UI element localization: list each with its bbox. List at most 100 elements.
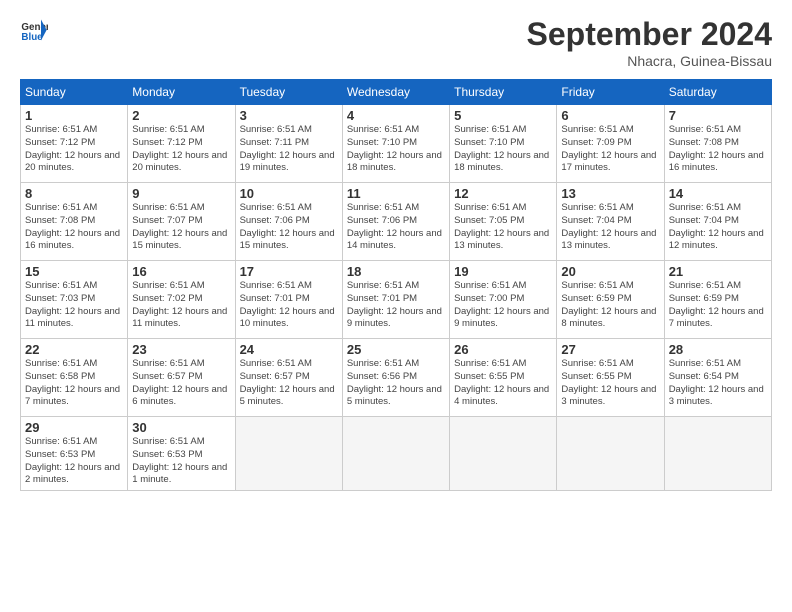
day-info: Sunrise: 6:51 AM Sunset: 6:59 PM Dayligh… [561,280,659,331]
calendar-cell [557,417,664,491]
calendar-cell: 6Sunrise: 6:51 AM Sunset: 7:09 PM Daylig… [557,105,664,183]
day-number: 11 [347,186,445,201]
weekday-header-wednesday: Wednesday [342,80,449,105]
day-info: Sunrise: 6:51 AM Sunset: 7:03 PM Dayligh… [25,280,123,331]
day-info: Sunrise: 6:51 AM Sunset: 7:00 PM Dayligh… [454,280,552,331]
day-number: 2 [132,108,230,123]
calendar-cell: 28Sunrise: 6:51 AM Sunset: 6:54 PM Dayli… [664,339,771,417]
day-number: 24 [240,342,338,357]
day-info: Sunrise: 6:51 AM Sunset: 7:10 PM Dayligh… [347,124,445,175]
calendar-cell: 19Sunrise: 6:51 AM Sunset: 7:00 PM Dayli… [450,261,557,339]
day-number: 21 [669,264,767,279]
day-number: 30 [132,420,230,435]
calendar-table: SundayMondayTuesdayWednesdayThursdayFrid… [20,79,772,491]
calendar-cell: 21Sunrise: 6:51 AM Sunset: 6:59 PM Dayli… [664,261,771,339]
day-info: Sunrise: 6:51 AM Sunset: 7:02 PM Dayligh… [132,280,230,331]
calendar-cell: 20Sunrise: 6:51 AM Sunset: 6:59 PM Dayli… [557,261,664,339]
day-number: 13 [561,186,659,201]
logo: General Blue [20,16,48,44]
day-number: 17 [240,264,338,279]
location: Nhacra, Guinea-Bissau [527,53,772,69]
calendar-cell: 3Sunrise: 6:51 AM Sunset: 7:11 PM Daylig… [235,105,342,183]
calendar-row-2: 15Sunrise: 6:51 AM Sunset: 7:03 PM Dayli… [21,261,772,339]
logo-icon: General Blue [20,16,48,44]
day-number: 10 [240,186,338,201]
calendar-cell [450,417,557,491]
calendar-cell [342,417,449,491]
day-number: 16 [132,264,230,279]
calendar-cell: 10Sunrise: 6:51 AM Sunset: 7:06 PM Dayli… [235,183,342,261]
day-number: 12 [454,186,552,201]
title-block: September 2024 Nhacra, Guinea-Bissau [527,16,772,69]
day-info: Sunrise: 6:51 AM Sunset: 7:12 PM Dayligh… [132,124,230,175]
calendar-cell: 11Sunrise: 6:51 AM Sunset: 7:06 PM Dayli… [342,183,449,261]
day-number: 5 [454,108,552,123]
page: General Blue September 2024 Nhacra, Guin… [0,0,792,612]
day-info: Sunrise: 6:51 AM Sunset: 6:58 PM Dayligh… [25,358,123,409]
day-number: 4 [347,108,445,123]
weekday-header-friday: Friday [557,80,664,105]
day-number: 20 [561,264,659,279]
calendar-cell: 16Sunrise: 6:51 AM Sunset: 7:02 PM Dayli… [128,261,235,339]
calendar-cell: 7Sunrise: 6:51 AM Sunset: 7:08 PM Daylig… [664,105,771,183]
calendar-cell: 14Sunrise: 6:51 AM Sunset: 7:04 PM Dayli… [664,183,771,261]
header: General Blue September 2024 Nhacra, Guin… [20,16,772,69]
calendar-cell: 25Sunrise: 6:51 AM Sunset: 6:56 PM Dayli… [342,339,449,417]
calendar-row-4: 29Sunrise: 6:51 AM Sunset: 6:53 PM Dayli… [21,417,772,491]
calendar-row-1: 8Sunrise: 6:51 AM Sunset: 7:08 PM Daylig… [21,183,772,261]
day-number: 19 [454,264,552,279]
day-info: Sunrise: 6:51 AM Sunset: 7:01 PM Dayligh… [240,280,338,331]
day-info: Sunrise: 6:51 AM Sunset: 7:06 PM Dayligh… [240,202,338,253]
weekday-header-sunday: Sunday [21,80,128,105]
day-info: Sunrise: 6:51 AM Sunset: 6:53 PM Dayligh… [25,436,123,487]
day-info: Sunrise: 6:51 AM Sunset: 7:01 PM Dayligh… [347,280,445,331]
day-info: Sunrise: 6:51 AM Sunset: 6:55 PM Dayligh… [561,358,659,409]
day-number: 23 [132,342,230,357]
day-info: Sunrise: 6:51 AM Sunset: 6:57 PM Dayligh… [240,358,338,409]
day-info: Sunrise: 6:51 AM Sunset: 6:57 PM Dayligh… [132,358,230,409]
calendar-cell [235,417,342,491]
calendar-cell: 23Sunrise: 6:51 AM Sunset: 6:57 PM Dayli… [128,339,235,417]
calendar-row-0: 1Sunrise: 6:51 AM Sunset: 7:12 PM Daylig… [21,105,772,183]
calendar-cell: 30Sunrise: 6:51 AM Sunset: 6:53 PM Dayli… [128,417,235,491]
calendar-row-3: 22Sunrise: 6:51 AM Sunset: 6:58 PM Dayli… [21,339,772,417]
weekday-header-saturday: Saturday [664,80,771,105]
calendar-cell: 15Sunrise: 6:51 AM Sunset: 7:03 PM Dayli… [21,261,128,339]
day-info: Sunrise: 6:51 AM Sunset: 7:05 PM Dayligh… [454,202,552,253]
weekday-header-tuesday: Tuesday [235,80,342,105]
day-info: Sunrise: 6:51 AM Sunset: 6:59 PM Dayligh… [669,280,767,331]
calendar-cell: 18Sunrise: 6:51 AM Sunset: 7:01 PM Dayli… [342,261,449,339]
calendar-cell: 2Sunrise: 6:51 AM Sunset: 7:12 PM Daylig… [128,105,235,183]
weekday-header-row: SundayMondayTuesdayWednesdayThursdayFrid… [21,80,772,105]
day-number: 18 [347,264,445,279]
day-number: 1 [25,108,123,123]
day-info: Sunrise: 6:51 AM Sunset: 7:09 PM Dayligh… [561,124,659,175]
day-info: Sunrise: 6:51 AM Sunset: 6:55 PM Dayligh… [454,358,552,409]
calendar-cell: 5Sunrise: 6:51 AM Sunset: 7:10 PM Daylig… [450,105,557,183]
day-number: 26 [454,342,552,357]
calendar-cell: 17Sunrise: 6:51 AM Sunset: 7:01 PM Dayli… [235,261,342,339]
day-info: Sunrise: 6:51 AM Sunset: 6:53 PM Dayligh… [132,436,230,487]
day-number: 28 [669,342,767,357]
calendar-cell: 24Sunrise: 6:51 AM Sunset: 6:57 PM Dayli… [235,339,342,417]
calendar-cell [664,417,771,491]
day-info: Sunrise: 6:51 AM Sunset: 7:06 PM Dayligh… [347,202,445,253]
day-info: Sunrise: 6:51 AM Sunset: 7:10 PM Dayligh… [454,124,552,175]
calendar-cell: 29Sunrise: 6:51 AM Sunset: 6:53 PM Dayli… [21,417,128,491]
day-number: 14 [669,186,767,201]
day-info: Sunrise: 6:51 AM Sunset: 7:04 PM Dayligh… [561,202,659,253]
day-number: 29 [25,420,123,435]
day-number: 3 [240,108,338,123]
day-number: 9 [132,186,230,201]
calendar-cell: 4Sunrise: 6:51 AM Sunset: 7:10 PM Daylig… [342,105,449,183]
day-info: Sunrise: 6:51 AM Sunset: 7:12 PM Dayligh… [25,124,123,175]
day-number: 6 [561,108,659,123]
day-info: Sunrise: 6:51 AM Sunset: 7:08 PM Dayligh… [669,124,767,175]
day-info: Sunrise: 6:51 AM Sunset: 7:07 PM Dayligh… [132,202,230,253]
calendar-cell: 9Sunrise: 6:51 AM Sunset: 7:07 PM Daylig… [128,183,235,261]
calendar-cell: 8Sunrise: 6:51 AM Sunset: 7:08 PM Daylig… [21,183,128,261]
day-info: Sunrise: 6:51 AM Sunset: 7:11 PM Dayligh… [240,124,338,175]
day-number: 8 [25,186,123,201]
day-info: Sunrise: 6:51 AM Sunset: 6:56 PM Dayligh… [347,358,445,409]
day-number: 22 [25,342,123,357]
